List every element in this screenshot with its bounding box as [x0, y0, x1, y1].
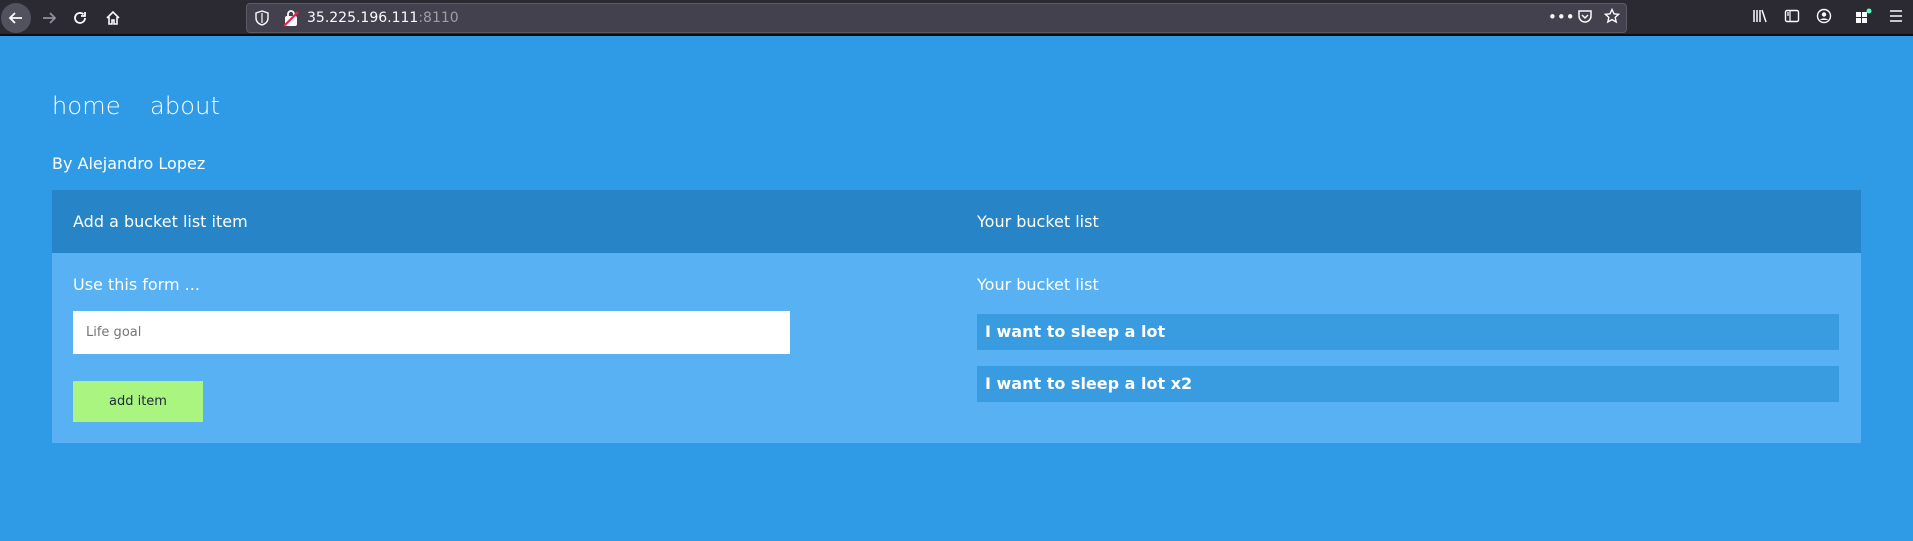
list-item[interactable]: I want to sleep a lot x2	[977, 366, 1839, 402]
account-icon[interactable]	[1813, 8, 1835, 28]
form-title: Use this form ...	[73, 275, 200, 294]
forward-arrow-icon[interactable]	[34, 3, 64, 33]
url-bar[interactable]: 35.225.196.111:8110 •••	[246, 3, 1627, 33]
extensions-icon[interactable]	[1853, 8, 1875, 28]
library-icon[interactable]	[1749, 8, 1771, 28]
add-item-header: Add a bucket list item	[73, 212, 248, 231]
main-nav: home about	[52, 92, 244, 120]
sidebar-icon[interactable]	[1781, 8, 1803, 28]
list-item[interactable]: I want to sleep a lot	[977, 314, 1839, 350]
browser-toolbar: 35.225.196.111:8110 •••	[0, 0, 1913, 36]
home-icon[interactable]	[98, 3, 128, 33]
reload-icon[interactable]	[65, 3, 95, 33]
url-host: 35.225.196.111	[307, 10, 419, 26]
nav-link-home[interactable]: home	[52, 92, 121, 120]
life-goal-input[interactable]	[73, 311, 790, 354]
back-arrow-icon[interactable]	[1, 3, 31, 33]
author-byline: By Alejandro Lopez	[52, 154, 206, 173]
list-title: Your bucket list	[977, 275, 1099, 294]
bucket-list-header: Your bucket list	[977, 212, 1099, 231]
pocket-icon[interactable]	[1574, 8, 1596, 28]
menu-icon[interactable]	[1885, 8, 1907, 28]
add-item-button[interactable]: add item	[73, 381, 203, 422]
insecure-lock-icon[interactable]	[283, 9, 299, 27]
bookmark-star-icon[interactable]	[1601, 7, 1623, 28]
bucket-panel: Add a bucket list item Your bucket list …	[52, 190, 1861, 443]
shield-icon[interactable]	[255, 10, 271, 26]
url-text: 35.225.196.111:8110	[307, 10, 459, 26]
url-port: :8110	[418, 10, 459, 26]
more-dots-icon[interactable]: •••	[1548, 8, 1575, 26]
nav-link-about[interactable]: about	[150, 92, 220, 120]
panel-header: Add a bucket list item Your bucket list	[52, 190, 1861, 253]
